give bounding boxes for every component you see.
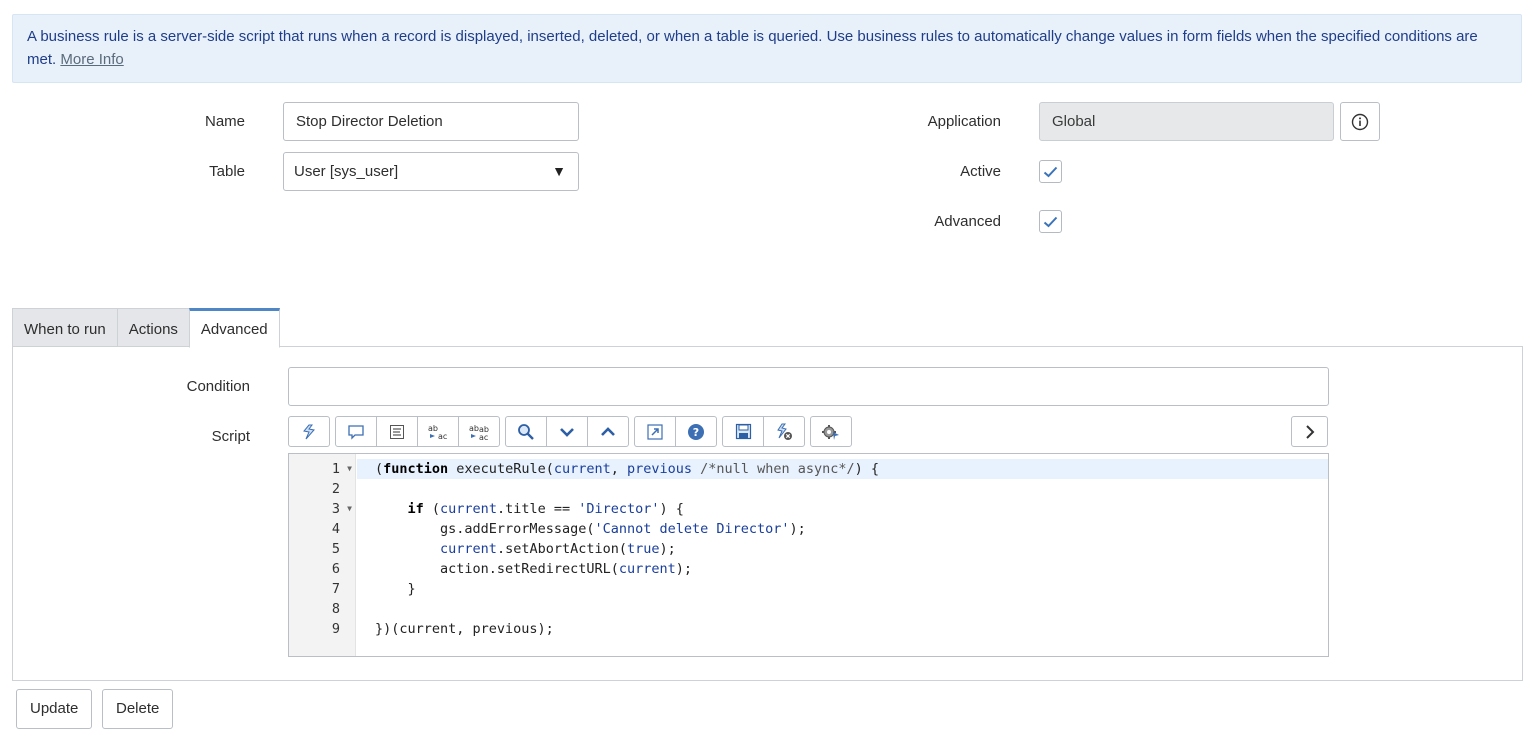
svg-text:ab: ab	[428, 424, 438, 433]
code-content: (function executeRule(current, previous …	[357, 459, 1328, 639]
expand-editor-button[interactable]	[1291, 416, 1328, 447]
save-icon	[735, 423, 751, 440]
search-button[interactable]	[505, 416, 547, 447]
svg-text:ab: ab	[469, 424, 479, 433]
replace-button[interactable]: ab ac	[417, 416, 459, 447]
active-checkbox[interactable]	[1039, 160, 1062, 183]
active-label: Active	[960, 163, 1001, 180]
tab-actions[interactable]: Actions	[116, 308, 190, 348]
line-number: 9	[331, 621, 340, 637]
code-line: })(current, previous);	[375, 621, 554, 637]
table-select-value: User [sys_user]	[294, 163, 399, 180]
debug-icon	[777, 423, 792, 440]
script-include-icon	[647, 423, 663, 440]
line-number: 7	[331, 581, 340, 597]
search-icon	[518, 423, 534, 440]
script-editor[interactable]: 1 ▼ 2 3 ▼ 4 5 6 7 8 9 (function executeRule(curren…	[288, 453, 1329, 657]
comment-icon	[348, 424, 364, 440]
code-line: gs.addErrorMessage('Cannot delete Direct…	[440, 521, 806, 537]
tab-when-to-run[interactable]: When to run	[12, 308, 118, 348]
svg-text:?: ?	[693, 426, 699, 439]
condition-field[interactable]	[288, 367, 1329, 406]
application-info-button[interactable]	[1340, 102, 1380, 141]
script-include-button[interactable]	[634, 416, 676, 447]
format-code-icon	[303, 424, 315, 439]
section-tabs: When to run Actions Advanced	[12, 308, 280, 348]
help-button[interactable]: ?	[675, 416, 717, 447]
find-next-button[interactable]	[546, 416, 588, 447]
line-number: 1 ▼	[331, 459, 352, 479]
tab-advanced[interactable]: Advanced	[188, 308, 280, 348]
comment-button[interactable]	[335, 416, 377, 447]
replace-icon: abac	[428, 424, 447, 441]
checkmark-icon	[1043, 166, 1058, 177]
save-script-button[interactable]	[722, 416, 764, 447]
line-number: 3 ▼	[331, 499, 352, 519]
replace-all-button[interactable]: ab ab ac	[458, 416, 500, 447]
help-icon: ?	[688, 423, 704, 440]
name-field[interactable]: Stop Director Deletion	[283, 102, 579, 141]
code-line: if (current.title == 'Director') {	[407, 501, 684, 517]
code-line: action.setRedirectURL(current);	[440, 561, 693, 577]
format-icon	[390, 424, 404, 439]
line-number: 8	[331, 601, 340, 617]
name-label: Name	[204, 113, 245, 130]
line-number: 5	[331, 541, 340, 557]
format-code-button[interactable]	[288, 416, 330, 447]
debug-button[interactable]	[763, 416, 805, 447]
line-number: 6	[331, 561, 340, 577]
fold-arrow-icon[interactable]: ▼	[347, 499, 352, 519]
name-field-value: Stop Director Deletion	[296, 113, 443, 130]
update-button[interactable]: Update	[16, 689, 93, 729]
format-button[interactable]	[376, 416, 418, 447]
code-line: current.setAbortAction(true);	[440, 541, 676, 557]
svg-text:ac: ac	[479, 433, 488, 441]
script-toolbar: ab ac ab ab ac ?	[288, 416, 857, 447]
application-field: Global	[1039, 102, 1334, 141]
code-line: (function executeRule(current, previous …	[357, 459, 1328, 479]
svg-text:ac: ac	[438, 432, 447, 441]
code-line: }	[407, 581, 416, 597]
next-icon	[560, 427, 574, 437]
script-debugger-icon	[822, 424, 839, 440]
condition-label: Condition	[186, 378, 250, 395]
script-label: Script	[211, 428, 250, 445]
replace-all-icon: ab abac	[469, 424, 489, 441]
info-banner: A business rule is a server-side script …	[12, 14, 1522, 83]
advanced-checkbox[interactable]	[1039, 210, 1062, 233]
more-info-link[interactable]: More Info	[60, 51, 123, 68]
delete-button[interactable]: Delete	[102, 689, 174, 729]
previous-icon	[601, 426, 615, 436]
checkmark-icon	[1043, 216, 1058, 227]
line-number: 2	[331, 481, 340, 497]
application-field-value: Global	[1052, 113, 1096, 130]
info-banner-text: A business rule is a server-side script …	[27, 28, 1478, 68]
dropdown-arrow-icon: ▼	[552, 163, 566, 179]
line-number: 4	[331, 521, 340, 537]
application-label: Application	[927, 113, 1001, 130]
advanced-label: Advanced	[934, 213, 1001, 230]
table-select[interactable]: User [sys_user] ▼	[283, 152, 579, 191]
find-previous-button[interactable]	[587, 416, 629, 447]
fold-arrow-icon[interactable]: ▼	[347, 459, 352, 479]
chevron-right-icon	[1305, 424, 1314, 439]
line-number-gutter: 1 ▼ 2 3 ▼ 4 5 6 7 8 9	[289, 454, 356, 656]
script-debugger-button[interactable]	[810, 416, 852, 447]
table-label: Table	[209, 163, 245, 180]
info-icon	[1351, 113, 1369, 130]
